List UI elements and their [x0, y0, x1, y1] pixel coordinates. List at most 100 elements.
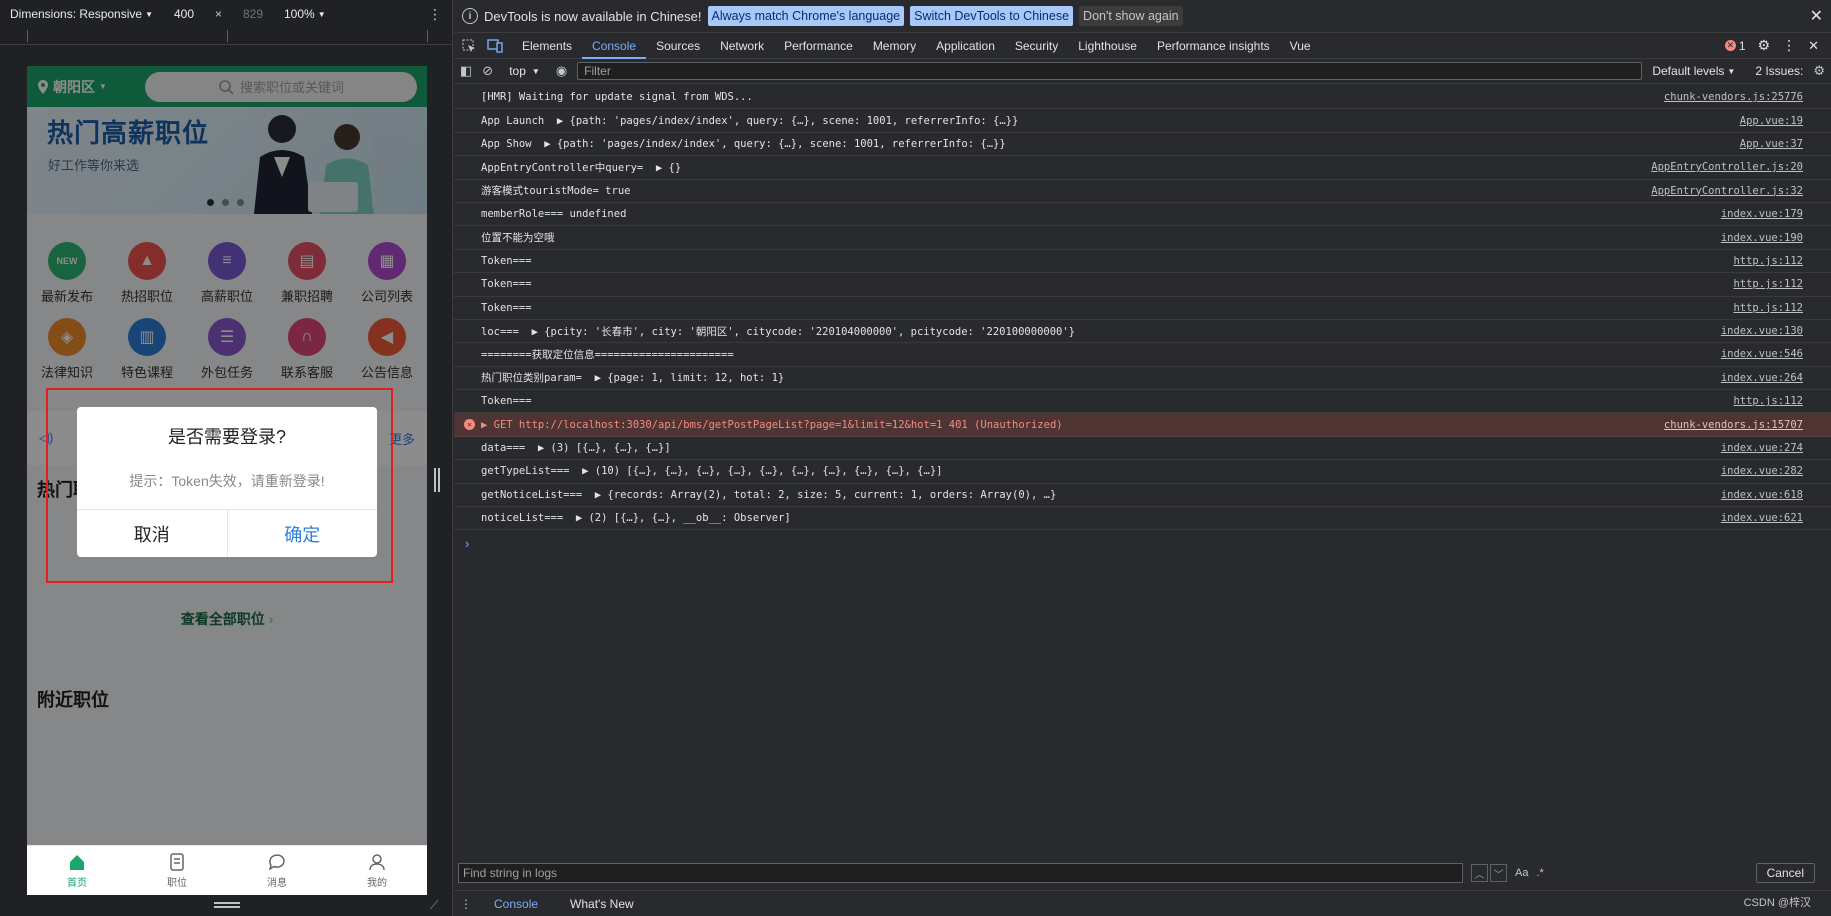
console-log-row[interactable]: App Show ▶ {path: 'pages/index/index', q… — [454, 133, 1831, 157]
log-source-link[interactable]: http.js:112 — [1733, 255, 1803, 267]
eye-icon[interactable]: ◉ — [556, 63, 567, 79]
log-message: 游客模式touristMode= true — [481, 185, 631, 198]
log-source-link[interactable]: index.vue:282 — [1721, 465, 1803, 477]
console-log-row[interactable]: data=== ▶ (3) [{…}, {…}, {…}] index.vue:2… — [454, 437, 1831, 461]
tab-label: 我的 — [367, 878, 387, 889]
log-source-link[interactable]: http.js:112 — [1733, 278, 1803, 290]
console-log-row[interactable]: Token=== http.js:112 — [454, 390, 1831, 414]
console-log-row[interactable]: loc=== ▶ {pcity: '长春市', city: '朝阳区', cit… — [454, 320, 1831, 344]
console-log-row[interactable]: App Launch ▶ {path: 'pages/index/index',… — [454, 109, 1831, 133]
console-prompt[interactable]: › — [465, 536, 469, 551]
resize-handle-bottom[interactable] — [214, 902, 240, 908]
console-log-row[interactable]: noticeList=== ▶ (2) [{…}, {…}, __ob__: O… — [454, 507, 1831, 531]
log-source-link[interactable]: AppEntryController.js:20 — [1651, 161, 1803, 173]
log-source-link[interactable]: index.vue:621 — [1721, 512, 1803, 524]
close-devtools-icon[interactable]: ✕ — [1808, 38, 1819, 54]
switch-language-button[interactable]: Switch DevTools to Chinese — [910, 6, 1074, 26]
context-selector[interactable]: top ▼ — [503, 64, 546, 78]
log-source-link[interactable]: chunk-vendors.js:15707 — [1664, 419, 1803, 431]
tab-sources[interactable]: Sources — [646, 33, 710, 59]
console-log-row[interactable]: Token=== http.js:112 — [454, 297, 1831, 320]
dimensions-dropdown[interactable]: Dimensions: Responsive ▼ — [10, 7, 153, 21]
console-log-row[interactable]: AppEntryController中query= ▶ {} AppEntryCo… — [454, 156, 1831, 180]
info-icon: i — [462, 8, 478, 24]
filter-input[interactable]: Filter — [577, 62, 1643, 80]
confirm-button[interactable]: 确定 — [228, 510, 378, 557]
console-log-row[interactable]: 热门职位类别param= ▶ {page: 1, limit: 12, hot:… — [454, 367, 1831, 391]
regex-toggle[interactable]: .* — [1536, 867, 1543, 879]
drawer-tab-whats-new[interactable]: What's New — [560, 891, 644, 916]
match-case-toggle[interactable]: Aa — [1515, 867, 1528, 879]
tab-elements[interactable]: Elements — [512, 33, 582, 59]
tab-home[interactable]: 首页 — [27, 846, 127, 895]
tab-performance-insights[interactable]: Performance insights — [1147, 33, 1280, 59]
console-log-row[interactable]: [HMR] Waiting for update signal from WDS… — [454, 86, 1831, 110]
log-source-link[interactable]: index.vue:618 — [1721, 489, 1803, 501]
clear-console-icon[interactable]: ⊘ — [482, 63, 493, 79]
log-source-link[interactable]: chunk-vendors.js:25776 — [1664, 91, 1803, 103]
tab-chat[interactable]: 消息 — [227, 846, 327, 895]
log-message: App Show ▶ {path: 'pages/index/index', q… — [481, 137, 1006, 150]
log-source-link[interactable]: App.vue:37 — [1740, 138, 1803, 150]
console-log-row[interactable]: ========获取定位信息====================== inde… — [454, 343, 1831, 367]
inspect-element-icon[interactable] — [460, 38, 478, 54]
log-source-link[interactable]: http.js:112 — [1733, 395, 1803, 407]
error-count-badge[interactable]: ✕ 1 — [1724, 39, 1746, 53]
cancel-button[interactable]: 取消 — [77, 510, 228, 557]
issues-counter[interactable]: 2 Issues: — [1755, 64, 1803, 78]
console-log-row[interactable]: Token=== http.js:112 — [454, 250, 1831, 274]
tab-list[interactable]: 职位 — [127, 846, 227, 895]
log-source-link[interactable]: http.js:112 — [1733, 302, 1803, 314]
log-source-link[interactable]: App.vue:19 — [1740, 115, 1803, 127]
tab-network[interactable]: Network — [710, 33, 774, 59]
more-options-icon[interactable]: ⋮ — [428, 6, 442, 23]
tab-application[interactable]: Application — [926, 33, 1005, 59]
height-input[interactable]: 829 — [228, 7, 278, 21]
chevron-down-icon: ▼ — [145, 9, 153, 19]
tab-vue[interactable]: Vue — [1280, 33, 1321, 59]
console-log-row[interactable]: getNoticeList=== ▶ {records: Array(2), t… — [454, 484, 1831, 508]
console-log-row[interactable]: Token=== http.js:112 — [454, 273, 1831, 297]
settings-gear-icon[interactable]: ⚙ — [1758, 37, 1771, 54]
log-source-link[interactable]: index.vue:274 — [1721, 442, 1803, 454]
resize-corner-icon[interactable]: ⟋ — [430, 898, 438, 913]
log-message: AppEntryController中query= ▶ {} — [481, 161, 682, 174]
sidebar-toggle-icon[interactable]: ◧ — [460, 63, 472, 79]
console-error-row[interactable]: ✕ ▶ GET http://localhost:3030/api/bms/get… — [454, 413, 1831, 437]
find-next-icon[interactable]: ﹀ — [1490, 864, 1507, 882]
close-icon[interactable]: ✕ — [1810, 6, 1823, 26]
log-source-link[interactable]: index.vue:190 — [1721, 232, 1803, 244]
log-message: App Launch ▶ {path: 'pages/index/index',… — [481, 114, 1019, 127]
log-source-link[interactable]: index.vue:546 — [1721, 348, 1803, 360]
drawer-menu-icon[interactable]: ⋮ — [460, 897, 472, 911]
zoom-dropdown[interactable]: 100% ▼ — [284, 7, 326, 21]
dont-show-again-button[interactable]: Don't show again — [1079, 6, 1183, 26]
tab-security[interactable]: Security — [1005, 33, 1068, 59]
match-language-button[interactable]: Always match Chrome's language — [707, 6, 905, 26]
chat-icon — [268, 854, 285, 871]
log-source-link[interactable]: index.vue:179 — [1721, 208, 1803, 220]
device-toolbar-icon[interactable] — [486, 38, 504, 54]
console-log-row[interactable]: 位置不能为空哦 index.vue:190 — [454, 226, 1831, 250]
console-settings-icon[interactable]: ⚙ — [1813, 63, 1825, 79]
console-log-row[interactable]: 游客模式touristMode= true AppEntryController.… — [454, 180, 1831, 203]
log-source-link[interactable]: index.vue:130 — [1721, 325, 1803, 337]
console-log-row[interactable]: memberRole=== undefined index.vue:179 — [454, 203, 1831, 227]
log-source-link[interactable]: index.vue:264 — [1721, 372, 1803, 384]
tab-console[interactable]: Console — [582, 33, 647, 59]
console-log-row[interactable]: getTypeList=== ▶ (10) [{…}, {…}, {…}, {…… — [454, 460, 1831, 484]
more-options-icon[interactable]: ⋮ — [1782, 37, 1796, 54]
find-input[interactable]: Find string in logs — [458, 863, 1463, 883]
tab-performance[interactable]: Performance — [774, 33, 863, 59]
width-input[interactable]: 400 — [159, 7, 209, 21]
tab-lighthouse[interactable]: Lighthouse — [1068, 33, 1147, 59]
log-message: loc=== ▶ {pcity: '长春市', city: '朝阳区', cit… — [481, 325, 1076, 338]
find-previous-icon[interactable]: ︿ — [1471, 864, 1488, 882]
log-source-link[interactable]: AppEntryController.js:32 — [1651, 185, 1803, 197]
tab-memory[interactable]: Memory — [863, 33, 926, 59]
drawer-tab-console[interactable]: Console — [484, 891, 549, 916]
find-cancel-button[interactable]: Cancel — [1755, 863, 1815, 883]
log-levels-dropdown[interactable]: Default levels ▼ — [1652, 64, 1735, 78]
resize-handle-right[interactable] — [434, 468, 440, 492]
tab-user[interactable]: 我的 — [327, 846, 427, 895]
